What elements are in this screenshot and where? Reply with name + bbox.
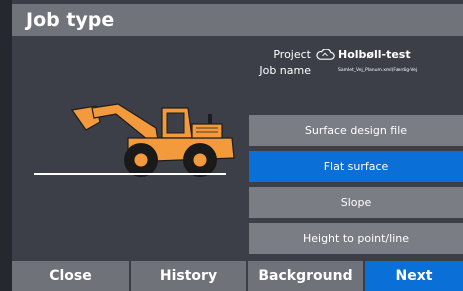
option-height-to-point-line[interactable]: Height to point/line	[249, 223, 463, 254]
project-label: Project	[273, 48, 311, 61]
ground-line	[34, 173, 226, 175]
cloud-sync-icon	[316, 48, 335, 60]
close-button[interactable]: Close	[12, 261, 129, 291]
wheel-loader-icon	[70, 103, 235, 177]
background-button[interactable]: Background	[248, 261, 363, 291]
next-button[interactable]: Next	[365, 261, 463, 291]
job-row: Job name Samlet_Vej_Planum.xml(Færdig-Ve…	[248, 64, 417, 77]
option-flat-surface[interactable]: Flat surface	[249, 151, 463, 182]
history-button[interactable]: History	[131, 261, 246, 291]
job-value: Samlet_Vej_Planum.xml(Færdig-Vej	[338, 68, 418, 73]
job-label: Job name	[259, 64, 311, 77]
window-frame	[0, 0, 12, 291]
project-value: Holbøll-test	[338, 48, 411, 61]
option-surface-design-file[interactable]: Surface design file	[249, 115, 463, 146]
dialog-title: Job type	[12, 4, 463, 36]
project-row: Project Holbøll-test	[248, 48, 411, 61]
option-slope[interactable]: Slope	[249, 187, 463, 218]
